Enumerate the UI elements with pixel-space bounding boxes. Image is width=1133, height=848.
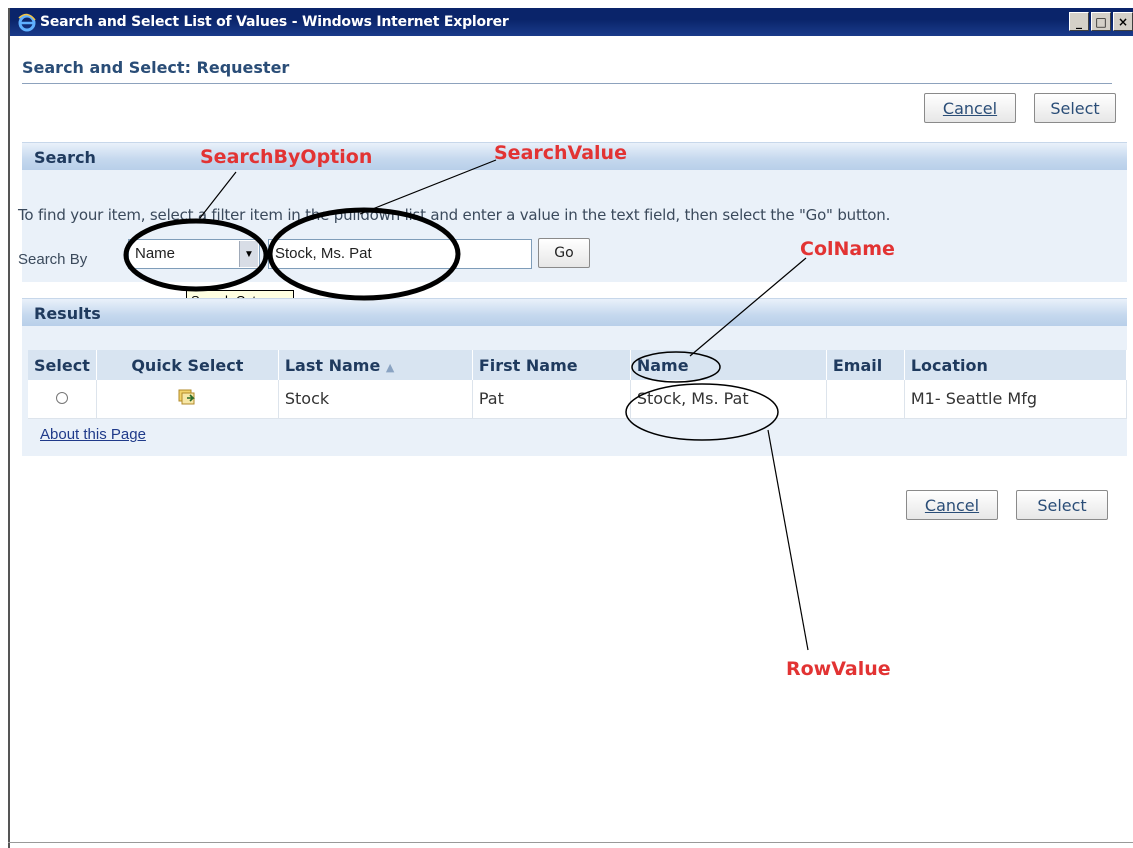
quick-select-cell: [96, 380, 279, 419]
select-label: Select: [1050, 98, 1100, 118]
cancel-button-bottom[interactable]: Cancel: [906, 490, 998, 520]
location-cell: M1- Seattle Mfg: [904, 380, 1128, 419]
search-by-label: Search By: [18, 251, 88, 268]
internet-explorer-icon: [16, 11, 38, 33]
select-button-top[interactable]: Select: [1034, 93, 1116, 123]
column-header-location: Location: [904, 350, 1128, 380]
about-this-page-link[interactable]: About this Page: [40, 426, 146, 443]
select-label: Select: [1037, 495, 1087, 515]
select-button-bottom[interactable]: Select: [1016, 490, 1108, 520]
results-section-title: Results: [34, 304, 101, 323]
email-cell: [826, 380, 905, 419]
minimize-button[interactable]: _: [1069, 12, 1089, 31]
sort-ascending-icon: ▲: [385, 360, 395, 374]
dropdown-arrow-icon[interactable]: ▼: [239, 241, 258, 267]
search-instructions: To find your item, select a filter item …: [18, 206, 891, 224]
cancel-label: Cancel: [942, 98, 998, 118]
search-value-input[interactable]: Stock, Ms. Pat: [268, 239, 532, 269]
page-title: Search and Select: Requester: [22, 58, 290, 77]
annotation-col-name: ColName: [800, 238, 895, 260]
search-by-value: Name: [135, 245, 176, 262]
first-name-cell: Pat: [472, 380, 631, 419]
search-section-title: Search: [34, 148, 96, 167]
column-header-last-name[interactable]: Last Name ▲: [278, 350, 473, 380]
quick-select-icon[interactable]: [177, 388, 197, 410]
title-divider: [22, 83, 1112, 84]
table-row: Stock Pat Stock, Ms. Pat M1- Seattle Mfg: [28, 380, 1128, 419]
go-button[interactable]: Go: [538, 238, 590, 268]
window-title: Search and Select List of Values - Windo…: [40, 14, 509, 30]
last-name-cell: Stock: [278, 380, 473, 419]
cancel-label: Cancel: [924, 495, 980, 515]
results-header-row: Select Quick Select Last Name ▲ First Na…: [28, 350, 1128, 380]
column-header-select: Select: [28, 350, 97, 380]
search-value-text: Stock, Ms. Pat: [275, 245, 372, 262]
column-header-name: Name: [630, 350, 827, 380]
annotation-search-by-option: SearchByOption: [200, 146, 373, 168]
close-button[interactable]: ×: [1113, 12, 1133, 31]
select-radio-cell: [28, 380, 97, 419]
column-header-first-name: First Name: [472, 350, 631, 380]
column-header-quick-select: Quick Select: [96, 350, 279, 380]
go-label: Go: [554, 245, 574, 261]
window-bottom-edge: [8, 842, 1133, 843]
cancel-button-top[interactable]: Cancel: [924, 93, 1016, 123]
results-table: Select Quick Select Last Name ▲ First Na…: [28, 350, 1128, 419]
annotation-row-value: RowValue: [786, 658, 891, 680]
annotation-search-value: SearchValue: [494, 142, 627, 164]
name-cell: Stock, Ms. Pat: [630, 380, 827, 419]
maximize-button[interactable]: □: [1091, 12, 1111, 31]
column-header-email: Email: [826, 350, 905, 380]
select-radio[interactable]: [55, 392, 68, 405]
search-by-select[interactable]: Name ▼: [128, 239, 260, 269]
results-section-header: Results: [22, 298, 1127, 326]
title-bar: Search and Select List of Values - Windo…: [10, 8, 1133, 36]
last-name-header-label: Last Name: [284, 355, 381, 375]
window-controls: _ □ ×: [1069, 12, 1133, 31]
